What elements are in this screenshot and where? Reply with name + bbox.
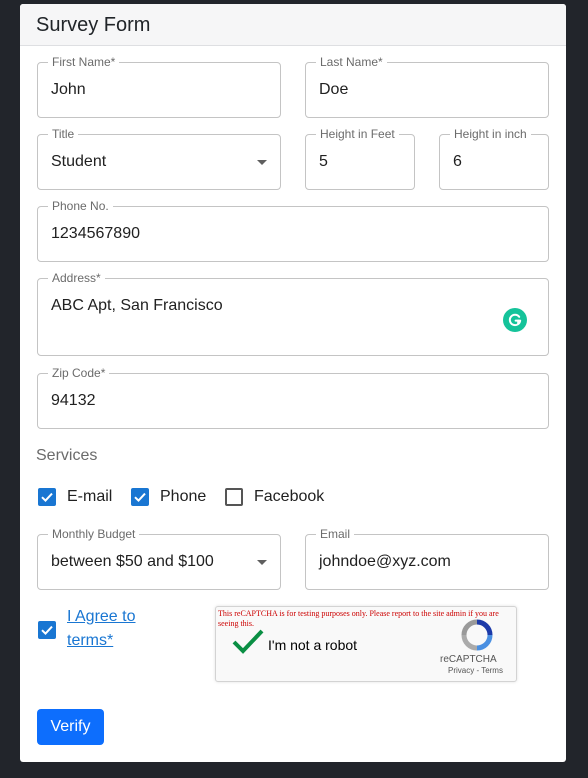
email-label: Email [316, 527, 355, 541]
address-label: Address* [48, 271, 105, 285]
verify-button[interactable]: Verify [37, 709, 104, 745]
checkbox-check-icon [134, 492, 146, 503]
first-name-field[interactable]: First Name* John [37, 55, 281, 118]
facebook-checkbox[interactable] [225, 488, 243, 506]
agree-checkbox[interactable] [38, 621, 56, 639]
monthly-budget-select[interactable]: Monthly Budget between $50 and $100 [37, 527, 281, 590]
not-a-robot-label[interactable]: I'm not a robot [268, 637, 357, 653]
email-checkbox[interactable] [38, 488, 56, 506]
title-label: Title [48, 127, 79, 141]
checkbox-check-icon [41, 492, 53, 503]
grammarly-icon[interactable] [503, 308, 527, 332]
recaptcha-logo-icon [461, 619, 493, 651]
height-inch-field[interactable]: Height in inch 6 [439, 127, 549, 190]
last-name-value: Doe [319, 81, 349, 98]
facebook-checkbox-label[interactable]: Facebook [254, 488, 324, 506]
phone-label: Phone No. [48, 199, 113, 213]
services-heading: Services [36, 447, 98, 464]
email-field[interactable]: Email johndoe@xyz.com [305, 527, 549, 590]
height-feet-field[interactable]: Height in Feet 5 [305, 127, 415, 190]
monthly-budget-label: Monthly Budget [48, 527, 140, 541]
dropdown-caret-icon [257, 560, 267, 565]
height-inch-value: 6 [453, 153, 462, 170]
zip-code-label: Zip Code* [48, 366, 110, 380]
first-name-label: First Name* [48, 55, 120, 69]
phone-checkbox[interactable] [131, 488, 149, 506]
recaptcha-privacy-terms[interactable]: Privacy - Terms [448, 666, 503, 675]
height-feet-value: 5 [319, 153, 328, 170]
phone-checkbox-label[interactable]: Phone [160, 488, 206, 506]
height-inch-label: Height in inch [450, 127, 531, 141]
email-value: johndoe@xyz.com [319, 553, 451, 570]
zip-code-value: 94132 [51, 392, 96, 409]
title-value: Student [51, 153, 107, 170]
card-header: Survey Form [20, 4, 566, 46]
form-title: Survey Form [36, 14, 151, 36]
height-feet-label: Height in Feet [316, 127, 399, 141]
agree-terms-link[interactable]: I Agree to terms* [67, 605, 163, 653]
phone-value: 1234567890 [51, 225, 140, 242]
monthly-budget-value: between $50 and $100 [51, 553, 214, 570]
address-value: ABC Apt, San Francisco [51, 297, 223, 314]
last-name-label: Last Name* [316, 55, 387, 69]
first-name-value: John [51, 81, 86, 98]
title-select[interactable]: Title Student [37, 127, 281, 190]
recaptcha-widget: This reCAPTCHA is for testing purposes o… [215, 606, 517, 682]
recaptcha-brand: reCAPTCHA [440, 654, 497, 665]
captcha-checkmark-icon[interactable] [232, 628, 264, 656]
survey-form-card: Survey Form First Name* John Last Name* … [20, 4, 566, 762]
address-field[interactable]: Address* ABC Apt, San Francisco [37, 271, 549, 356]
last-name-field[interactable]: Last Name* Doe [305, 55, 549, 118]
email-checkbox-label[interactable]: E-mail [67, 488, 112, 506]
dropdown-caret-icon [257, 160, 267, 165]
phone-field[interactable]: Phone No. 1234567890 [37, 199, 549, 262]
checkbox-check-icon [41, 625, 53, 636]
zip-code-field[interactable]: Zip Code* 94132 [37, 366, 549, 429]
